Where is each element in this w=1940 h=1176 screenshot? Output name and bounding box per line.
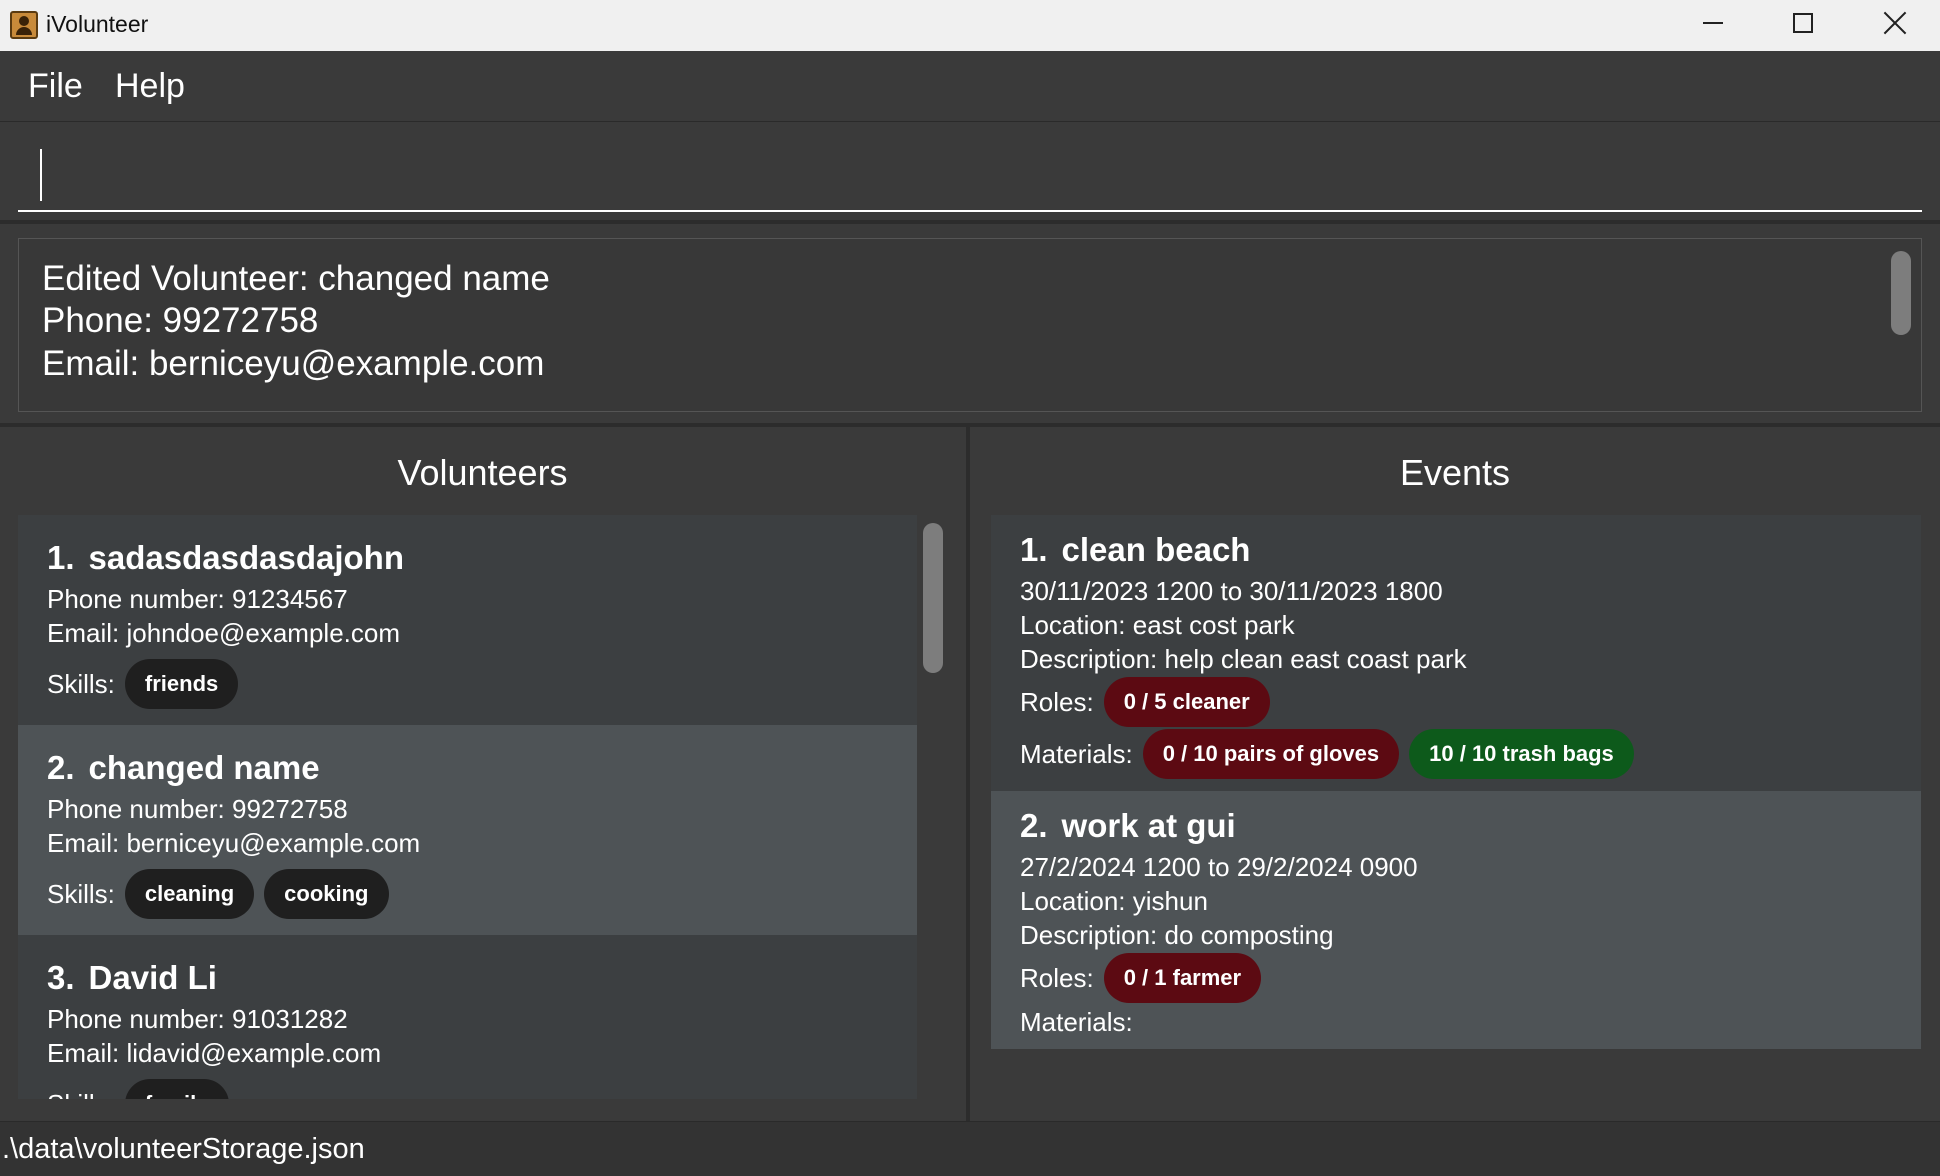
skill-tag: cleaning bbox=[124, 869, 255, 919]
skill-tag: family bbox=[124, 1079, 229, 1099]
roles-row: Roles: 0 / 5 cleaner bbox=[1020, 677, 1280, 727]
volunteer-name: 1. sadasdasdasdajohn bbox=[47, 537, 404, 579]
material-tag: 0 / 10 pairs of gloves bbox=[1142, 729, 1400, 779]
role-tag: 0 / 5 cleaner bbox=[1103, 677, 1270, 727]
materials-row: Materials: bbox=[1020, 1005, 1143, 1039]
event-name: 1. clean beach bbox=[1020, 529, 1250, 571]
event-name-text: clean beach bbox=[1061, 531, 1251, 568]
volunteer-index: 3. bbox=[47, 959, 75, 996]
text-caret bbox=[40, 149, 42, 201]
roles-label: Roles: bbox=[1020, 687, 1094, 717]
event-datetime: 27/2/2024 1200 to 29/2/2024 0900 bbox=[1020, 852, 1418, 882]
event-index: 2. bbox=[1020, 807, 1048, 844]
result-scrollbar[interactable] bbox=[1891, 251, 1911, 335]
roles-label: Roles: bbox=[1020, 963, 1094, 993]
volunteer-card[interactable]: 1. sadasdasdasdajohn Phone number: 912345… bbox=[18, 515, 917, 725]
event-card[interactable]: 1. clean beach 30/11/2023 1200 to 30/11/2… bbox=[991, 515, 1921, 791]
result-line: Edited Volunteer: changed name bbox=[42, 259, 550, 298]
events-title: Events bbox=[1399, 452, 1511, 493]
event-list[interactable]: 1. clean beach 30/11/2023 1200 to 30/11/2… bbox=[991, 515, 1921, 1049]
skills-row: Skills: friends bbox=[47, 659, 248, 709]
storage-path: .\data\volunteerStorage.json bbox=[2, 1133, 365, 1165]
skills-row: Skills: family bbox=[47, 1079, 239, 1099]
result-line: Phone: 99272758 bbox=[42, 301, 319, 340]
event-card[interactable]: 2. work at gui 27/2/2024 1200 to 29/2/202… bbox=[991, 791, 1921, 1049]
window-title: iVolunteer bbox=[46, 11, 149, 37]
menu-file[interactable]: File bbox=[28, 64, 83, 108]
volunteer-phone: Phone number: 91234567 bbox=[47, 584, 348, 614]
skills-label: Skills: bbox=[47, 879, 115, 909]
menu-help[interactable]: Help bbox=[115, 64, 185, 108]
event-location: Location: yishun bbox=[1020, 886, 1208, 916]
volunteer-phone: Phone number: 99272758 bbox=[47, 794, 348, 824]
app-icon bbox=[10, 11, 38, 39]
volunteer-email: Email: lidavid@example.com bbox=[47, 1038, 382, 1068]
volunteer-name-text: changed name bbox=[88, 749, 320, 786]
divider bbox=[0, 423, 1940, 427]
skills-label: Skills: bbox=[47, 1087, 115, 1099]
volunteer-name-text: sadasdasdasdajohn bbox=[88, 539, 404, 576]
volunteers-title: Volunteers bbox=[397, 452, 568, 493]
result-line: Email: berniceyu@example.com bbox=[42, 344, 545, 383]
volunteer-phone: Phone number: 91031282 bbox=[47, 1004, 348, 1034]
close-icon bbox=[1883, 11, 1907, 35]
minimize-button[interactable] bbox=[1670, 0, 1756, 46]
volunteer-list[interactable]: 1. sadasdasdasdajohn Phone number: 912345… bbox=[18, 515, 917, 1099]
volunteer-email: Email: johndoe@example.com bbox=[47, 618, 401, 648]
event-datetime: 30/11/2023 1200 to 30/11/2023 1800 bbox=[1020, 576, 1443, 606]
volunteer-name: 3. David Li bbox=[47, 957, 217, 999]
window-titlebar: iVolunteer bbox=[0, 0, 1940, 51]
minimize-icon bbox=[1703, 22, 1723, 24]
command-box bbox=[0, 122, 1940, 224]
panel-divider bbox=[966, 427, 970, 1121]
skill-tag: friends bbox=[124, 659, 239, 709]
skills-row: Skills: cleaning cooking bbox=[47, 869, 399, 919]
close-button[interactable] bbox=[1852, 0, 1938, 46]
volunteer-card[interactable]: 3. David Li Phone number: 91031282 Email:… bbox=[18, 935, 917, 1099]
event-index: 1. bbox=[1020, 531, 1048, 568]
material-tag: 10 / 10 trash bags bbox=[1409, 729, 1634, 779]
volunteer-card[interactable]: 2. changed name Phone number: 99272758 Em… bbox=[18, 725, 917, 935]
status-bar: .\data\volunteerStorage.json bbox=[0, 1121, 1940, 1176]
volunteer-name: 2. changed name bbox=[47, 747, 320, 789]
materials-label: Materials: bbox=[1020, 1007, 1133, 1037]
event-location: Location: east cost park bbox=[1020, 610, 1295, 640]
volunteer-email: Email: berniceyu@example.com bbox=[47, 828, 421, 858]
materials-row: Materials: 0 / 10 pairs of gloves 10 / 1… bbox=[1020, 729, 1644, 779]
skills-label: Skills: bbox=[47, 669, 115, 699]
volunteer-index: 2. bbox=[47, 749, 75, 786]
event-description: Description: do composting bbox=[1020, 920, 1334, 950]
event-name: 2. work at gui bbox=[1020, 805, 1236, 847]
maximize-icon bbox=[1793, 13, 1813, 33]
maximize-button[interactable] bbox=[1760, 0, 1846, 46]
roles-row: Roles: 0 / 1 farmer bbox=[1020, 953, 1271, 1003]
volunteer-name-text: David Li bbox=[88, 959, 217, 996]
role-tag: 0 / 1 farmer bbox=[1103, 953, 1262, 1003]
skill-tag: cooking bbox=[264, 869, 389, 919]
result-display[interactable]: Edited Volunteer: changed name Phone: 99… bbox=[18, 238, 1922, 412]
command-input[interactable] bbox=[18, 140, 1922, 212]
volunteer-list-scrollbar[interactable] bbox=[923, 523, 943, 673]
event-description: Description: help clean east coast park bbox=[1020, 644, 1467, 674]
materials-label: Materials: bbox=[1020, 739, 1133, 769]
volunteer-index: 1. bbox=[47, 539, 75, 576]
event-name-text: work at gui bbox=[1061, 807, 1236, 844]
menu-bar: File Help bbox=[0, 51, 1940, 122]
